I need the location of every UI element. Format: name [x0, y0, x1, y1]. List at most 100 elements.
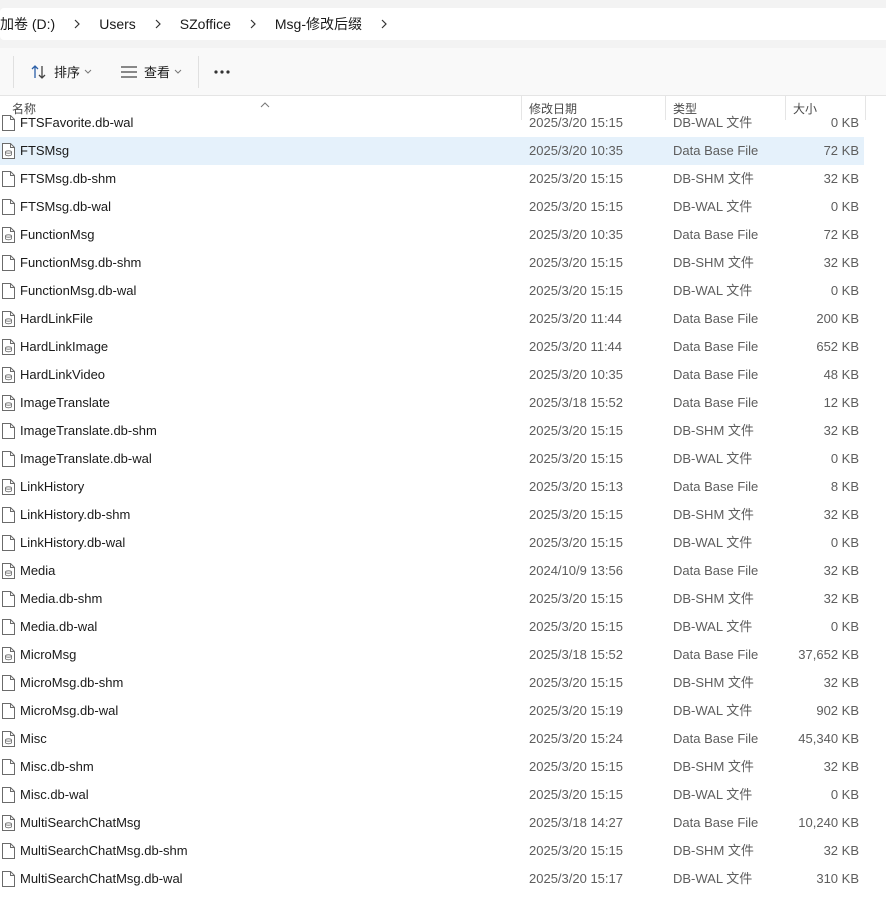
file-icon	[2, 423, 15, 439]
file-type: DB-SHM 文件	[673, 423, 754, 438]
view-label: 查看	[144, 65, 171, 80]
file-list[interactable]: FTSFavorite.db-wal 2025/3/20 15:15 DB-WAL …	[0, 110, 886, 901]
file-name: FunctionMsg.db-shm	[20, 255, 142, 270]
file-row[interactable]: ImageTranslate.db-shm 2025/3/20 15:15 DB-S…	[0, 417, 864, 445]
file-name: Media.db-wal	[20, 619, 98, 634]
file-name: Misc.db-shm	[20, 759, 94, 774]
file-icon	[2, 619, 15, 635]
file-size: 0 KB	[830, 283, 859, 298]
file-row[interactable]: LinkHistory 2025/3/20 15:13 Data Base File…	[0, 473, 864, 501]
file-type: DB-WAL 文件	[673, 451, 753, 466]
file-modified: 2025/3/20 11:44	[529, 311, 623, 326]
file-row[interactable]: Misc 2025/3/20 15:24 Data Base File 45,340 …	[0, 725, 864, 753]
file-row[interactable]: FTSFavorite.db-wal 2025/3/20 15:15 DB-WAL …	[0, 110, 864, 137]
file-row[interactable]: FunctionMsg.db-wal 2025/3/20 15:15 DB-WAL …	[0, 277, 864, 305]
file-type: DB-SHM 文件	[673, 507, 754, 522]
file-row[interactable]: MicroMsg.db-wal 2025/3/20 15:19 DB-WAL 文件 9…	[0, 697, 864, 725]
file-row[interactable]: FunctionMsg.db-shm 2025/3/20 15:15 DB-SHM …	[0, 249, 864, 277]
file-modified: 2025/3/20 15:15	[529, 675, 623, 690]
file-row[interactable]: FTSMsg.db-shm 2025/3/20 15:15 DB-SHM 文件 32 …	[0, 165, 864, 193]
file-name: Media.db-shm	[20, 591, 103, 606]
file-modified: 2025/3/20 15:15	[529, 115, 623, 130]
file-size: 32 KB	[823, 591, 859, 606]
file-row[interactable]: MultiSearchChatMsg.db-shm 2025/3/20 15:15…	[0, 837, 864, 865]
file-row[interactable]: HardLinkFile 2025/3/20 11:44 Data Base Fil…	[0, 305, 864, 333]
file-type: Data Base File	[673, 367, 759, 382]
file-size: 12 KB	[823, 395, 859, 410]
database-file-icon	[2, 367, 15, 383]
file-size: 32 KB	[823, 563, 859, 578]
sort-button[interactable]: 排序	[20, 56, 102, 88]
file-name: ImageTranslate	[20, 395, 110, 410]
breadcrumb-szoffice[interactable]: SZoffice	[174, 11, 237, 37]
file-size: 0 KB	[830, 199, 859, 214]
file-row[interactable]: Misc.db-shm 2025/3/20 15:15 DB-SHM 文件 32 KB	[0, 753, 864, 781]
file-name: FTSMsg	[20, 143, 70, 158]
file-name: LinkHistory.db-wal	[20, 535, 126, 550]
file-modified: 2025/3/20 15:15	[529, 535, 623, 550]
breadcrumb-users[interactable]: Users	[93, 11, 142, 37]
file-row[interactable]: LinkHistory.db-wal 2025/3/20 15:15 DB-WAL …	[0, 529, 864, 557]
view-button[interactable]: 查看	[110, 56, 192, 88]
file-row[interactable]: Media.db-shm 2025/3/20 15:15 DB-SHM 文件 32 K…	[0, 585, 864, 613]
breadcrumb[interactable]: 加卷 (D:) Users SZoffice Msg-修改后缀	[0, 8, 886, 40]
file-row[interactable]: Media 2024/10/9 13:56 Data Base File 32 KB	[0, 557, 864, 585]
file-row[interactable]: FTSMsg 2025/3/20 10:35 Data Base File 72 KB	[0, 137, 864, 165]
sort-ascending-icon	[260, 96, 270, 108]
chevron-right-icon[interactable]	[368, 11, 400, 37]
file-name: MicroMsg.db-wal	[20, 703, 119, 718]
file-name: MultiSearchChatMsg.db-shm	[20, 843, 188, 858]
file-size: 902 KB	[816, 703, 859, 718]
file-name: HardLinkImage	[20, 339, 109, 354]
file-type: DB-WAL 文件	[673, 115, 753, 130]
file-size: 0 KB	[830, 451, 859, 466]
list-view-icon	[120, 65, 138, 79]
file-modified: 2025/3/20 15:15	[529, 787, 623, 802]
file-icon	[2, 787, 15, 803]
file-icon	[2, 507, 15, 523]
file-icon	[2, 703, 15, 719]
file-size: 0 KB	[830, 535, 859, 550]
file-row[interactable]: FunctionMsg 2025/3/20 10:35 Data Base File…	[0, 221, 864, 249]
file-size: 0 KB	[830, 115, 859, 130]
file-row[interactable]: Misc.db-wal 2025/3/20 15:15 DB-WAL 文件 0 KB	[0, 781, 864, 809]
file-row[interactable]: MicroMsg 2025/3/18 15:52 Data Base File 37,…	[0, 641, 864, 669]
file-row[interactable]: LinkHistory.db-shm 2025/3/20 15:15 DB-SHM …	[0, 501, 864, 529]
file-row[interactable]: FTSMsg.db-wal 2025/3/20 15:15 DB-WAL 文件 0 K…	[0, 193, 864, 221]
breadcrumb-drive[interactable]: 加卷 (D:)	[0, 11, 61, 37]
file-size: 32 KB	[823, 255, 859, 270]
file-icon	[2, 675, 15, 691]
file-row[interactable]: Media.db-wal 2025/3/20 15:15 DB-WAL 文件 0 KB	[0, 613, 864, 641]
database-file-icon	[2, 647, 15, 663]
file-icon	[2, 199, 15, 215]
chevron-right-icon[interactable]	[237, 11, 269, 37]
file-row[interactable]: HardLinkVideo 2025/3/20 10:35 Data Base Fi…	[0, 361, 864, 389]
file-type: Data Base File	[673, 815, 759, 830]
file-size: 32 KB	[823, 423, 859, 438]
file-size: 45,340 KB	[798, 731, 859, 746]
file-name: Misc.db-wal	[20, 787, 89, 802]
file-type: Data Base File	[673, 395, 759, 410]
address-bar: 加卷 (D:) Users SZoffice Msg-修改后缀	[0, 0, 886, 48]
file-name: Misc	[20, 731, 47, 746]
file-modified: 2025/3/20 10:35	[529, 227, 623, 242]
file-type: Data Base File	[673, 563, 759, 578]
file-modified: 2025/3/20 10:35	[529, 143, 623, 158]
breadcrumb-msg-folder[interactable]: Msg-修改后缀	[269, 11, 368, 37]
file-row[interactable]: MultiSearchChatMsg 2025/3/18 14:27 Data Ba…	[0, 809, 864, 837]
file-modified: 2025/3/20 10:35	[529, 367, 623, 382]
file-row[interactable]: MicroMsg.db-shm 2025/3/20 15:15 DB-SHM 文件 3…	[0, 669, 864, 697]
file-row[interactable]: MultiSearchChatMsg.db-wal 2025/3/20 15:17…	[0, 865, 864, 893]
more-options-button[interactable]	[203, 56, 241, 88]
file-row[interactable]: ImageTranslate 2025/3/18 15:52 Data Base F…	[0, 389, 864, 417]
file-modified: 2025/3/20 15:15	[529, 451, 623, 466]
command-bar: 排序 查看	[0, 48, 886, 96]
file-row[interactable]: ImageTranslate.db-wal 2025/3/20 15:15 DB-W…	[0, 445, 864, 473]
chevron-right-icon[interactable]	[142, 11, 174, 37]
file-row[interactable]: HardLinkImage 2025/3/20 11:44 Data Base Fi…	[0, 333, 864, 361]
file-name: ImageTranslate.db-wal	[20, 451, 152, 466]
file-size: 32 KB	[823, 171, 859, 186]
file-size: 72 KB	[823, 143, 859, 158]
chevron-right-icon[interactable]	[61, 11, 93, 37]
file-type: DB-WAL 文件	[673, 283, 753, 298]
